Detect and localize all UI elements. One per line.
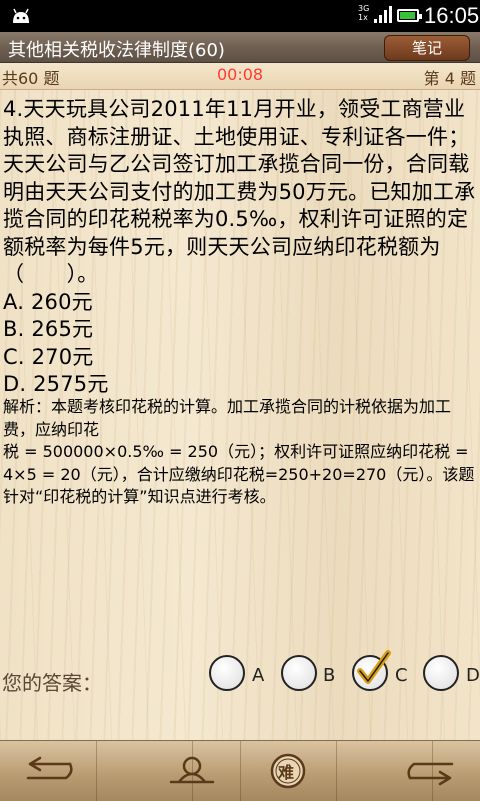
notes-button[interactable]: 笔记 (384, 35, 470, 61)
title-bar: 其他相关税收法律制度(60) 笔记 (0, 32, 480, 63)
radio-b[interactable] (281, 655, 317, 691)
option-d: D. 2575元 (3, 372, 109, 396)
clock: 16:05 (424, 3, 480, 28)
user-button[interactable] (144, 741, 241, 801)
difficulty-label: 难 (278, 763, 295, 782)
network-type: 3G 1x (358, 4, 370, 22)
radio-label-d: D (466, 665, 480, 686)
radio-label-c: C (395, 665, 408, 686)
prev-button[interactable] (0, 741, 97, 801)
analysis-block: 解析：本题考核印花税的计算。加工承揽合同的计税依据为加工费，应纳印花 税 = 5… (3, 396, 477, 509)
radio-label-a: A (252, 665, 265, 686)
next-arrow-icon (407, 762, 454, 786)
analysis-line: 税 = 500000×0.5‰ = 250（元）；权利许可证照应纳印花税 = 4… (3, 442, 475, 506)
question-block: 4.天天玩具公司2011年11月开业，领受工商营业执照、商标注册证、土地使用证、… (3, 96, 477, 399)
question-stem: 4.天天玩具公司2011年11月开业，领受工商营业执照、商标注册证、土地使用证、… (3, 97, 476, 286)
android-icon (13, 8, 29, 23)
checkmark-icon (357, 650, 391, 684)
radio-d[interactable] (423, 655, 459, 691)
radio-label-b: B (323, 665, 336, 686)
status-bar: 3G 1x 16:05 (0, 0, 480, 32)
info-row: 共60 题 00:08 第 4 题 (0, 63, 480, 90)
signal-icon (374, 6, 392, 23)
answer-label: 您的答案： (2, 671, 102, 695)
battery-icon (397, 9, 422, 22)
question-number: 第 4 题 (423, 69, 476, 88)
next-button[interactable] (384, 741, 480, 801)
radio-c[interactable] (352, 650, 391, 691)
option-a: A. 260元 (3, 289, 93, 314)
analysis-line: 解析：本题考核印花税的计算。加工承揽合同的计税依据为加工费，应纳印花 (3, 397, 452, 439)
option-c: C. 270元 (3, 344, 94, 369)
option-b: B. 265元 (3, 317, 94, 341)
page-title: 其他相关税收法律制度(60) (8, 40, 225, 61)
bottom-toolbar: 难 (0, 740, 480, 801)
total-questions: 共60 题 (2, 69, 60, 88)
radio-a[interactable] (209, 655, 245, 691)
difficulty-button[interactable]: 难 (240, 741, 337, 801)
timer: 00:08 (217, 65, 264, 84)
prev-arrow-icon (26, 756, 73, 780)
user-icon (169, 756, 215, 784)
answer-row: 您的答案： A B C D (0, 650, 480, 695)
